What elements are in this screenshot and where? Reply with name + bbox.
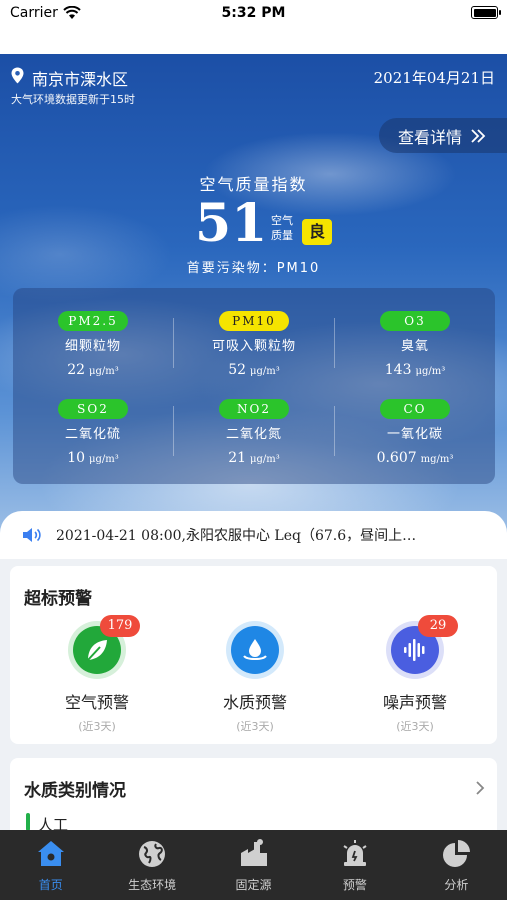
speaker-icon	[23, 528, 41, 542]
water-drop-icon	[243, 639, 267, 660]
view-details-button[interactable]: 查看详情	[379, 118, 507, 153]
water-alert-label: 水质预警	[222, 693, 287, 712]
noise-alert-count: 29	[418, 615, 458, 637]
sound-wave-icon	[404, 639, 425, 661]
tab-label: 生态环境	[128, 878, 177, 892]
pollutant-tag: NO2	[219, 399, 289, 419]
water-alert[interactable]: 水质预警 (近3天)	[195, 621, 315, 734]
globe-icon	[139, 841, 166, 867]
pollutant-co[interactable]: CO 一氧化碳 0.607 mg/m³	[345, 398, 485, 466]
aqi-value: 51	[195, 193, 268, 254]
pollutant-no2[interactable]: NO2 二氧化氮 21 μg/m³	[184, 398, 324, 466]
air-quality-hero: 南京市溧水区 大气环境数据更新于15时 2021年04月21日 查看详情 空气质…	[0, 54, 507, 534]
air-alert-count: 179	[100, 615, 140, 637]
pollutant-value: 0.607	[376, 450, 417, 466]
pollutant-name: 二氧化氮	[225, 427, 282, 442]
pollutant-name: 细颗粒物	[64, 339, 121, 354]
pollutant-name: 臭氧	[400, 339, 429, 354]
current-date: 2021年04月21日	[373, 69, 495, 87]
notice-text: 2021-04-21 08:00,永阳农服中心 Leq（67.6，昼间上…	[56, 528, 417, 544]
noise-alert[interactable]: 29 噪声预警 (近3天)	[355, 615, 475, 734]
pollutant-tag: SO2	[58, 399, 128, 419]
pollutant-unit: μg/m³	[89, 366, 119, 377]
battery-icon	[471, 6, 501, 19]
tab-analysis[interactable]: 分析	[406, 830, 507, 900]
double-chevron-right-icon	[471, 128, 486, 143]
water-card-title: 水质类别情况	[24, 781, 126, 801]
view-details-label: 查看详情	[398, 127, 463, 147]
tab-warning[interactable]: 预警	[304, 830, 405, 900]
pollutant-so2[interactable]: SO2 二氧化硫 10 μg/m³	[23, 398, 163, 466]
tab-bar: 首页 生态环境 固定源 预警 分析	[0, 830, 507, 900]
noise-alert-label: 噪声预警	[382, 693, 447, 712]
pollutant-name: 一氧化碳	[386, 427, 443, 442]
pie-chart-icon	[443, 840, 471, 867]
alert-card: 超标预警 179 空气预警 (近3天) 水质预警 (近3天) 29 噪声预警 (…	[10, 566, 497, 744]
water-alert-icon-wrap	[226, 621, 284, 679]
category-marker	[26, 813, 30, 831]
pollutant-unit: μg/m³	[250, 366, 280, 377]
pollutant-o3[interactable]: O3 臭氧 143 μg/m³	[345, 310, 485, 378]
aqi-grade-badge: 良	[302, 219, 332, 245]
tab-label: 固定源	[235, 878, 272, 892]
pollutant-pm10[interactable]: PM10 可吸入颗粒物 52 μg/m³	[184, 310, 324, 378]
tab-label: 预警	[342, 878, 367, 892]
pollutant-value: 143	[384, 362, 412, 378]
chevron-right-icon[interactable]	[475, 780, 485, 796]
pollutant-name: 二氧化硫	[64, 427, 121, 442]
pollutant-unit: μg/m³	[250, 454, 280, 465]
water-alert-period: (近3天)	[236, 720, 274, 733]
leaf-icon	[87, 640, 107, 661]
pollutant-tag: PM10	[219, 311, 289, 331]
tab-label: 分析	[444, 878, 469, 892]
primary-pollutant: 首要污染物：PM10	[186, 261, 321, 276]
air-alert-period: (近3天)	[78, 720, 116, 733]
alert-card-title: 超标预警	[24, 589, 92, 609]
pollutant-tag: O3	[380, 311, 450, 331]
aqi-label: 空气质量	[271, 214, 293, 242]
aqi-title: 空气质量指数	[199, 175, 308, 194]
noise-alert-period: (近3天)	[396, 720, 434, 733]
pollutant-value: 10	[67, 450, 86, 466]
pollutant-pm25[interactable]: PM2.5 细颗粒物 22 μg/m³	[23, 310, 163, 378]
pollutant-unit: μg/m³	[415, 366, 446, 377]
home-icon	[37, 841, 64, 866]
clock: 5:32 PM	[221, 5, 286, 21]
water-quality-card[interactable]: 水质类别情况 人工	[10, 758, 497, 838]
pollutant-value: 52	[228, 362, 247, 378]
pollutant-unit: μg/m³	[89, 454, 119, 465]
tab-fixed-source[interactable]: 固定源	[203, 830, 304, 900]
update-time: 大气环境数据更新于15时	[11, 93, 135, 106]
status-bar: Carrier 5:32 PM	[0, 0, 507, 54]
location-pin-icon	[11, 67, 24, 84]
location-name[interactable]: 南京市溧水区	[32, 66, 128, 90]
pollutant-unit: mg/m³	[420, 454, 454, 465]
pollutant-value: 21	[228, 450, 247, 466]
alarm-icon	[343, 840, 367, 866]
air-alert-icon-wrap: 179	[68, 615, 140, 679]
pollutant-tag: PM2.5	[58, 311, 128, 331]
pollutant-name: 可吸入颗粒物	[211, 339, 296, 354]
pollutant-panel: PM2.5 细颗粒物 22 μg/m³ PM10 可吸入颗粒物 52 μg/m³ O…	[13, 288, 495, 484]
tab-ecology[interactable]: 生态环境	[101, 830, 202, 900]
factory-icon	[240, 839, 267, 866]
air-alert-label: 空气预警	[64, 693, 129, 712]
pollutant-tag: CO	[380, 399, 450, 419]
tab-home[interactable]: 首页	[0, 830, 101, 900]
pollutant-value: 22	[67, 362, 86, 378]
notice-bar[interactable]: 2021-04-21 08:00,永阳农服中心 Leq（67.6，昼间上…	[0, 511, 507, 559]
noise-alert-icon-wrap: 29	[386, 615, 458, 679]
tab-label: 首页	[38, 878, 63, 892]
air-alert[interactable]: 179 空气预警 (近3天)	[37, 615, 157, 734]
